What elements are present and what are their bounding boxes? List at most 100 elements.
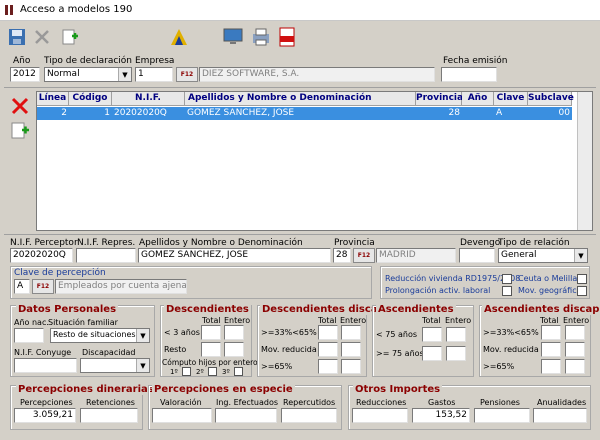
print-icon[interactable] xyxy=(250,26,272,48)
nombre-field[interactable]: GOMEZ SANCHEZ, JOSE xyxy=(138,248,331,263)
desc-discap-r3-total[interactable] xyxy=(318,359,338,374)
asc-r1-entero[interactable] xyxy=(446,327,466,342)
clave-f12-button[interactable]: F12 xyxy=(32,279,54,294)
clave-f12-label: F12 xyxy=(36,283,50,290)
chevron-down-icon[interactable]: ▼ xyxy=(574,249,587,262)
percepciones-field[interactable]: 3.059,21 xyxy=(14,408,76,423)
pensiones-field[interactable] xyxy=(474,408,530,423)
provincia-f12-button[interactable]: F12 xyxy=(353,248,375,263)
pdf-icon[interactable] xyxy=(276,26,298,48)
asc-r2-entero[interactable] xyxy=(446,346,466,361)
reducciones-field[interactable] xyxy=(352,408,408,423)
menor3-total-field[interactable] xyxy=(201,325,221,340)
provincia-code-field[interactable]: 28 xyxy=(333,248,351,263)
resto-entero-field[interactable] xyxy=(224,342,244,357)
mov-geografica-checkbox[interactable] xyxy=(577,286,587,296)
menor3-entero-field[interactable] xyxy=(224,325,244,340)
asc-r1-label: < 75 años xyxy=(376,330,418,339)
anio-nac-field[interactable] xyxy=(14,328,44,343)
new-icon[interactable] xyxy=(58,26,80,48)
delete-row-icon[interactable] xyxy=(9,96,31,116)
anio-field[interactable]: 2012 xyxy=(10,67,40,82)
perc-dinerarias-title: Percepciones dinerarias xyxy=(16,384,156,395)
resto-label: Resto xyxy=(164,345,187,354)
computo-3-label: 3º xyxy=(222,368,230,376)
reduccion-vivienda-checkbox[interactable] xyxy=(502,274,512,284)
asc-discap-total-header: Total xyxy=(540,316,559,325)
ceuta-melilla-label: Ceuta o Melilla xyxy=(518,274,578,283)
monitor-icon[interactable] xyxy=(222,26,244,48)
situacion-select[interactable]: Resto de situaciones ▼ xyxy=(50,328,150,343)
nif-perceptor-field[interactable]: 20202020Q xyxy=(10,248,73,263)
repercutidos-field[interactable] xyxy=(281,408,337,423)
fecha-emision-field[interactable] xyxy=(441,67,497,82)
empresa-code-field[interactable]: 1 xyxy=(135,67,173,82)
resto-total-field[interactable] xyxy=(201,342,221,357)
computo-1-checkbox[interactable] xyxy=(182,367,191,376)
table-scrollbar[interactable] xyxy=(577,92,592,230)
asc-discap-r2-entero[interactable] xyxy=(565,342,585,357)
discapacidad-label: Discapacidad xyxy=(82,348,136,357)
reduccion-vivienda-label: Reducción vivienda RD1975/2008 xyxy=(385,274,521,283)
retenciones-field[interactable] xyxy=(80,408,138,423)
ing-efectuados-field[interactable] xyxy=(215,408,277,423)
chevron-down-icon[interactable]: ▼ xyxy=(118,68,131,81)
asc-discap-r2-label: Mov. reducida xyxy=(483,345,539,354)
tipo-declaracion-select[interactable]: Normal ▼ xyxy=(44,67,132,82)
nombre-label: Apellidos y Nombre o Denominación xyxy=(139,238,303,248)
mov-geografica-label: Mov. geográfica xyxy=(518,286,582,295)
col-nif[interactable]: N.I.F. xyxy=(112,92,185,106)
desc-discap-r1-total[interactable] xyxy=(318,325,338,340)
col-linea[interactable]: Línea xyxy=(37,92,69,106)
descendientes-entero-header: Entero xyxy=(224,316,251,325)
menor3-label: < 3 años xyxy=(164,328,200,337)
clave-field[interactable]: A xyxy=(14,279,30,294)
col-subclave[interactable]: Subclave xyxy=(528,92,574,106)
asc-discap-r3-total[interactable] xyxy=(541,359,561,374)
repercutidos-label: Repercutidos xyxy=(283,398,336,407)
desc-discap-r2-total[interactable] xyxy=(318,342,338,357)
delete-icon[interactable] xyxy=(31,26,53,48)
col-anio[interactable]: Año xyxy=(462,92,494,106)
asc-discap-r2-total[interactable] xyxy=(541,342,561,357)
gastos-label: Gastos xyxy=(428,398,456,407)
col-nombre[interactable]: Apellidos y Nombre o Denominación xyxy=(185,92,416,106)
empresa-f12-button[interactable]: F12 xyxy=(176,67,198,82)
desc-discap-r2-label: Mov. reducida xyxy=(261,345,317,354)
gastos-field[interactable]: 153,52 xyxy=(412,408,470,423)
prolongacion-label: Prolongación activ. laboral xyxy=(385,286,491,295)
discapacidad-select[interactable]: ▼ xyxy=(80,358,150,373)
devengo-field[interactable] xyxy=(459,248,495,263)
nif-conyuge-field[interactable] xyxy=(14,358,77,373)
lines-table[interactable]: Línea Código N.I.F. Apellidos y Nombre o… xyxy=(36,91,593,231)
computo-2-checkbox[interactable] xyxy=(208,367,217,376)
asc-r2-total[interactable] xyxy=(422,346,442,361)
computo-3-checkbox[interactable] xyxy=(234,367,243,376)
add-row-icon[interactable] xyxy=(9,120,31,142)
ceuta-melilla-checkbox[interactable] xyxy=(577,274,587,284)
reducciones-label: Reducciones xyxy=(356,398,407,407)
chevron-down-icon[interactable]: ▼ xyxy=(136,329,149,342)
aeat-icon[interactable] xyxy=(168,26,190,48)
table-row[interactable]: 2 1 20202020Q GOMEZ SANCHEZ, JOSE 28 A 0… xyxy=(37,107,572,120)
chevron-down-icon[interactable]: ▼ xyxy=(136,359,149,372)
col-provincia[interactable]: Provincia xyxy=(416,92,463,106)
desc-discap-r2-entero[interactable] xyxy=(341,342,361,357)
save-icon[interactable] xyxy=(6,26,28,48)
col-codigo[interactable]: Código xyxy=(69,92,112,106)
tipo-declaracion-label: Tipo de declaración xyxy=(44,56,133,66)
col-clave[interactable]: Clave xyxy=(494,92,528,106)
asc-discap-r1-entero[interactable] xyxy=(565,325,585,340)
prolongacion-checkbox[interactable] xyxy=(502,286,512,296)
asc-discap-r3-entero[interactable] xyxy=(565,359,585,374)
desc-discap-r1-entero[interactable] xyxy=(341,325,361,340)
valoracion-field[interactable] xyxy=(152,408,212,423)
nif-repres-field[interactable] xyxy=(76,248,136,263)
desc-discap-r3-entero[interactable] xyxy=(341,359,361,374)
descendientes-total-header: Total xyxy=(202,316,221,325)
asc-r1-total[interactable] xyxy=(422,327,442,342)
asc-discap-r1-total[interactable] xyxy=(541,325,561,340)
anualidades-field[interactable] xyxy=(533,408,587,423)
tipo-relacion-select[interactable]: General ▼ xyxy=(498,248,588,263)
situacion-label: Situación familiar xyxy=(48,318,118,327)
